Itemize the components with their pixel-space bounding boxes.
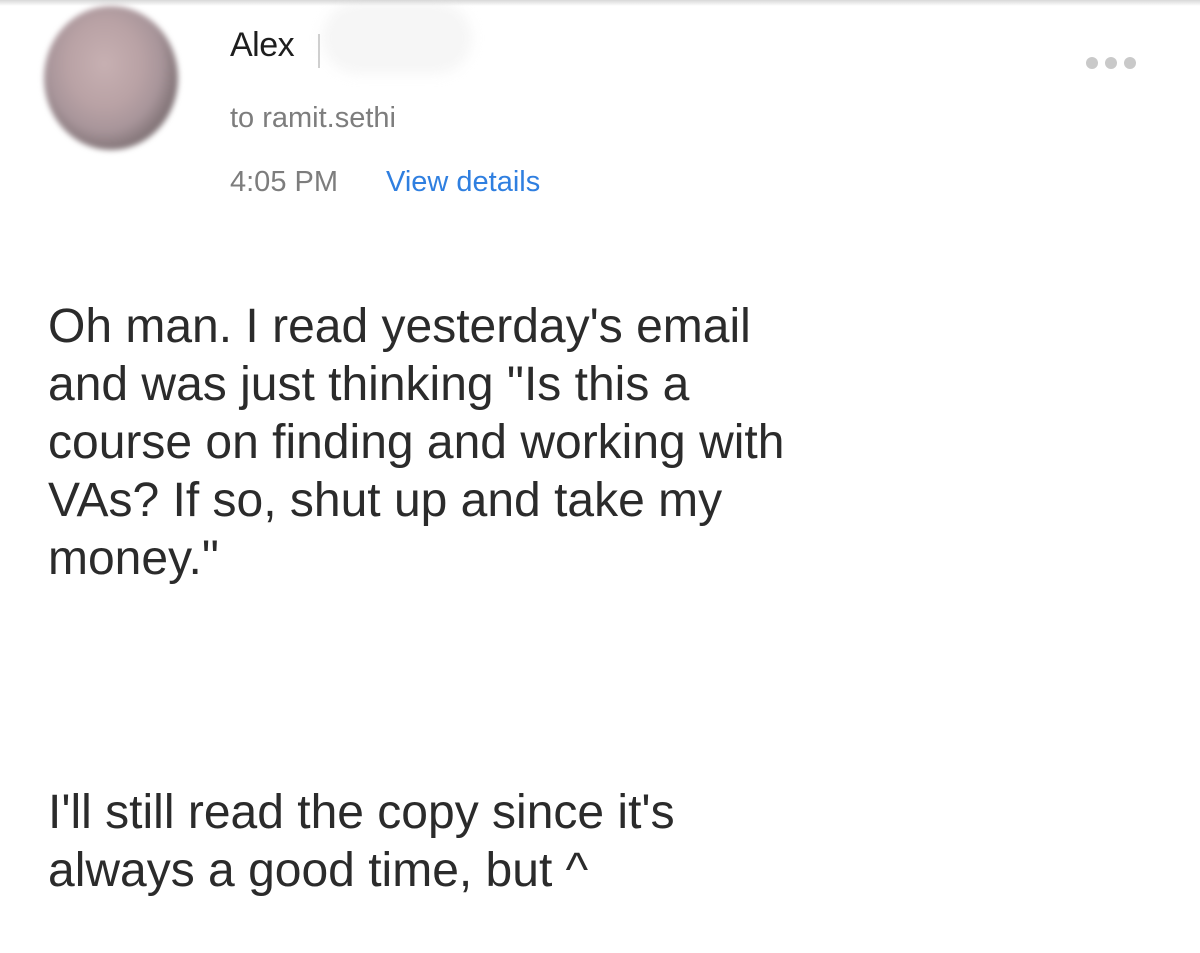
recipient-line: to ramit.sethi [230, 102, 396, 134]
view-details-link[interactable]: View details [386, 166, 540, 199]
redacted-name-bar [318, 34, 320, 68]
sender-name: Alex [230, 26, 295, 64]
sender-avatar[interactable] [44, 6, 178, 150]
dot-icon [1086, 57, 1098, 69]
sent-time: 4:05 PM [230, 166, 338, 198]
dot-icon [1124, 57, 1136, 69]
message-paragraph: Oh man. I read yesterday's email and was… [48, 300, 785, 585]
top-edge-shadow [0, 0, 1200, 6]
redacted-surname-blur [322, 2, 472, 74]
more-options-icon[interactable] [1086, 56, 1136, 70]
dot-icon [1105, 57, 1117, 69]
message-paragraph: I'll still read the copy since it's alwa… [48, 786, 675, 897]
